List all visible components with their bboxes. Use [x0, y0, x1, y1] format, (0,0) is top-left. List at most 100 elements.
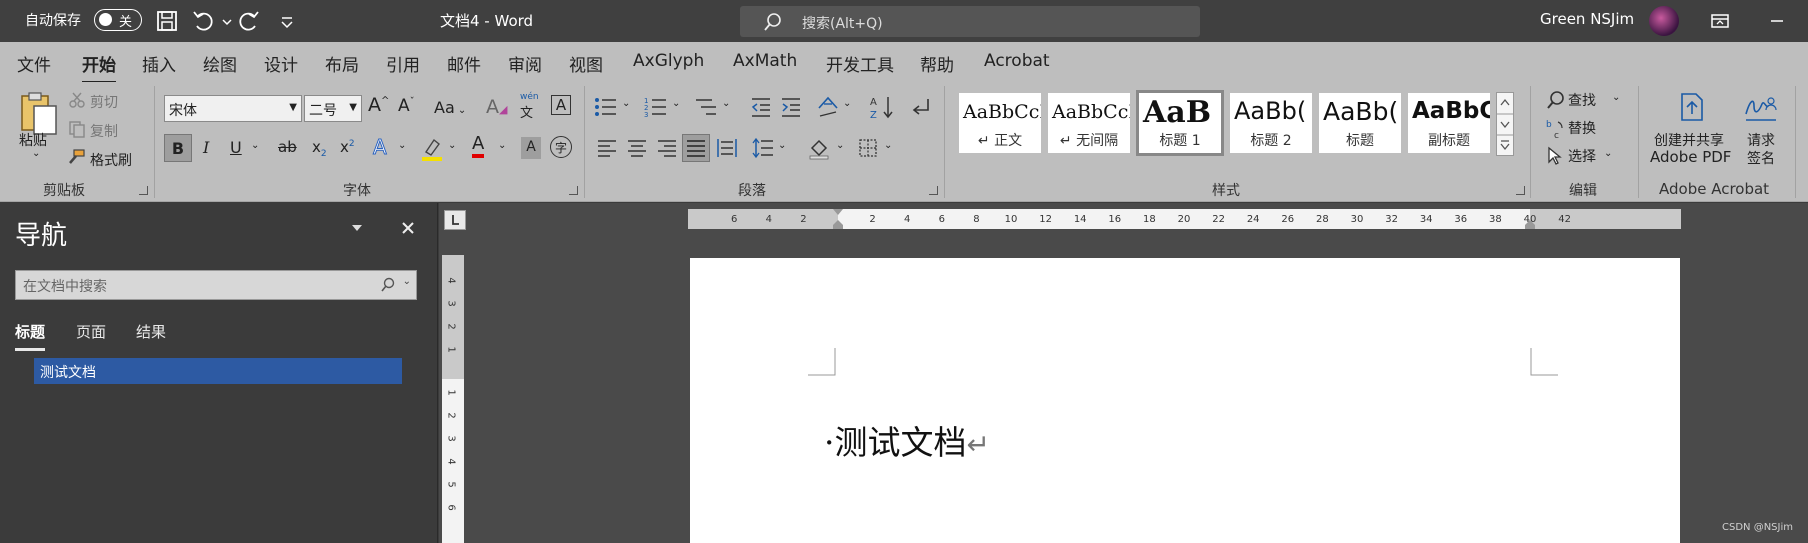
align-center-icon[interactable] [626, 138, 648, 158]
nav-tab-results[interactable]: 结果 [136, 321, 166, 342]
text-effects-icon[interactable]: A [373, 135, 388, 160]
text-effects-dropdown-icon[interactable]: ⌄ [398, 140, 406, 151]
save-icon[interactable] [154, 8, 180, 34]
create-share-pdf-line1[interactable]: 创建并共享 [1654, 130, 1724, 150]
show-marks-icon[interactable] [910, 96, 932, 118]
font-launcher-icon[interactable] [569, 186, 578, 195]
clipboard-launcher-icon[interactable] [139, 186, 148, 195]
undo-icon[interactable] [190, 8, 216, 34]
nav-tab-headings[interactable]: 标题 [15, 321, 46, 351]
tab-selector[interactable] [444, 210, 466, 230]
phonetic-guide-icon[interactable]: wén 文 [520, 92, 539, 121]
format-painter-button[interactable]: 格式刷 [90, 150, 132, 170]
align-left-icon[interactable] [596, 138, 618, 158]
paragraph-shading-icon[interactable] [808, 136, 832, 160]
chevron-down-icon[interactable]: ▼ [289, 102, 297, 113]
sort-icon[interactable]: AZ [870, 94, 894, 120]
nav-options-icon[interactable] [350, 223, 364, 233]
scissors-icon[interactable] [68, 91, 86, 109]
align-right-icon[interactable] [656, 138, 678, 158]
nav-search-input[interactable]: 在文档中搜索 ⌄ [15, 270, 417, 300]
find-dropdown-icon[interactable]: ⌄ [1612, 92, 1620, 103]
tab-references[interactable]: 引用 [386, 51, 420, 76]
grow-font-button[interactable]: A^ [368, 94, 389, 116]
clear-formatting-icon[interactable]: A◢ [486, 96, 507, 118]
paragraph-launcher-icon[interactable] [929, 186, 938, 195]
font-color-dropdown-icon[interactable]: ⌄ [498, 140, 506, 151]
increase-indent-icon[interactable] [780, 96, 802, 118]
create-pdf-icon[interactable] [1678, 92, 1706, 124]
tab-help[interactable]: 帮助 [920, 51, 954, 76]
superscript-button[interactable]: x2 [340, 138, 355, 156]
request-signature-line1[interactable]: 请求 [1747, 130, 1775, 150]
tab-acrobat[interactable]: Acrobat [984, 51, 1050, 71]
search-box[interactable]: 搜索(Alt+Q) [740, 6, 1200, 37]
multilevel-list-icon[interactable] [694, 96, 718, 118]
format-painter-icon[interactable] [66, 148, 86, 166]
style-normal[interactable]: AaBbCcI ↵ 正文 [958, 92, 1042, 154]
paste-dropdown-icon[interactable]: ⌄ [32, 148, 40, 159]
search-options-icon[interactable]: ⌄ [403, 276, 411, 287]
numbering-dropdown-icon[interactable]: ⌄ [672, 98, 680, 109]
tab-axglyph[interactable]: AxGlyph [633, 51, 704, 71]
horizontal-ruler[interactable]: 6 4 2 2 4 6 8 10 12 14 16 18 20 22 24 26 28 30 32 34 36 38 40 4… [688, 209, 1681, 229]
italic-button[interactable]: I [203, 138, 209, 157]
highlight-icon[interactable] [420, 136, 444, 162]
numbering-icon[interactable]: 123 [644, 96, 668, 118]
indent-marker-icon[interactable] [832, 209, 844, 229]
underline-dropdown-icon[interactable]: ⌄ [251, 140, 259, 151]
chinese-layout-icon[interactable] [816, 94, 840, 118]
user-name[interactable]: Green NSJim [1540, 10, 1634, 28]
strikethrough-button[interactable]: ab [278, 138, 297, 156]
tab-insert[interactable]: 插入 [142, 51, 176, 76]
nav-tab-pages[interactable]: 页面 [76, 321, 106, 342]
tab-view[interactable]: 视图 [569, 51, 603, 76]
document-heading[interactable]: ·测试文档↵ [824, 416, 990, 464]
styles-launcher-icon[interactable] [1516, 186, 1525, 195]
cursor-icon[interactable] [1546, 146, 1564, 166]
customize-qat-icon[interactable] [274, 8, 293, 34]
find-icon[interactable] [1546, 90, 1566, 110]
char-border-icon[interactable]: A [551, 95, 571, 115]
chinese-layout-dropdown-icon[interactable]: ⌄ [843, 98, 851, 109]
font-name-combo[interactable]: 宋体 ▼ [164, 95, 302, 122]
subscript-button[interactable]: x2 [312, 138, 327, 159]
style-heading-2[interactable]: AaBb( 标题 2 [1229, 92, 1313, 154]
shrink-font-button[interactable]: Aˇ [398, 96, 415, 116]
copy-icon[interactable] [68, 120, 86, 138]
chevron-down-icon[interactable]: ▼ [349, 102, 357, 113]
close-icon[interactable] [401, 221, 415, 235]
borders-dropdown-icon[interactable]: ⌄ [884, 140, 892, 151]
select-button[interactable]: 选择 [1568, 146, 1596, 166]
tab-layout[interactable]: 布局 [325, 51, 359, 76]
cut-button[interactable]: 剪切 [90, 92, 118, 112]
ribbon-display-options-icon[interactable] [1707, 8, 1733, 34]
borders-icon[interactable] [858, 138, 878, 158]
select-dropdown-icon[interactable]: ⌄ [1604, 148, 1612, 159]
avatar[interactable] [1649, 6, 1679, 36]
vertical-ruler[interactable]: 4 3 2 1 1 2 3 4 5 6 [442, 255, 464, 543]
shading-dropdown-icon[interactable]: ⌄ [836, 140, 844, 151]
search-icon[interactable] [380, 277, 396, 293]
multilevel-dropdown-icon[interactable]: ⌄ [722, 98, 730, 109]
tab-home[interactable]: 开始 [82, 51, 116, 84]
justify-button[interactable] [682, 134, 710, 162]
bullets-dropdown-icon[interactable]: ⌄ [622, 98, 630, 109]
bullets-icon[interactable] [594, 96, 618, 118]
tab-design[interactable]: 设计 [264, 51, 298, 76]
style-heading-1[interactable]: AaB 标题 1 [1136, 90, 1224, 156]
autosave-toggle[interactable]: 关 [94, 9, 142, 31]
request-signature-line2[interactable]: 签名 [1747, 148, 1775, 168]
undo-dropdown-icon[interactable] [214, 8, 232, 34]
bold-button[interactable]: B [164, 134, 192, 162]
tab-mailings[interactable]: 邮件 [447, 51, 481, 76]
redo-icon[interactable] [236, 8, 262, 34]
document-page[interactable]: ·测试文档↵ [690, 258, 1680, 543]
find-button[interactable]: 查找 [1568, 90, 1596, 110]
decrease-indent-icon[interactable] [750, 96, 772, 118]
tab-file[interactable]: 文件 [17, 51, 51, 76]
line-spacing-icon[interactable] [752, 137, 774, 159]
tab-review[interactable]: 审阅 [508, 51, 542, 76]
change-case-button[interactable]: Aa ⌄ [434, 98, 466, 117]
styles-scrollbar[interactable] [1496, 92, 1514, 156]
